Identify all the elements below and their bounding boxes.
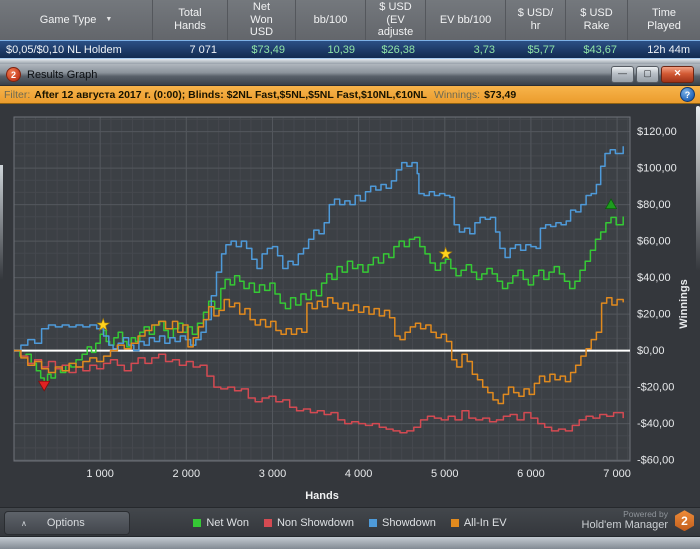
chevron-down-icon[interactable]: ▼: [105, 16, 112, 24]
svg-text:5 000: 5 000: [431, 468, 459, 480]
col-header-time-played[interactable]: Time Played: [627, 0, 700, 40]
col-header-game-type[interactable]: Game Type ▼: [0, 0, 152, 40]
svg-text:Hands: Hands: [305, 490, 339, 502]
chart-canvas: $120,00 $100,00 $80,00 $60,00 $40,00 $20,00 $0…: [13, 116, 690, 502]
hm2-brand-badge-icon: 2: [675, 510, 694, 532]
svg-text:-$60,00: -$60,00: [637, 455, 674, 467]
legend-item-net-won[interactable]: Net Won: [193, 517, 249, 529]
svg-text:Winnings: Winnings: [678, 279, 690, 328]
col-header-usd-ev-adjusted[interactable]: $ USD (EV adjuste: [365, 0, 425, 40]
svg-text:$60,00: $60,00: [637, 236, 671, 248]
net-won-swatch-icon: [193, 518, 202, 527]
cell-game-type: $0,05/$0,10 NL Holdem: [6, 43, 122, 56]
cell-time-played: 12h 44m: [647, 43, 690, 56]
results-graph-chart: $120,00 $100,00 $80,00 $60,00 $40,00 $20,00 $0…: [0, 104, 700, 507]
cell-total-hands: 7 071: [189, 43, 217, 56]
window-controls: — ▢ ✕: [611, 66, 694, 83]
winnings-value: $73,49: [484, 88, 517, 101]
cell-ev-bb100: 3,73: [473, 43, 495, 56]
legend-label: Non Showdown: [276, 516, 355, 529]
cell-net-won: $73,49: [251, 43, 285, 56]
col-header-total-hands[interactable]: Total Hands: [152, 0, 227, 40]
svg-text:3 000: 3 000: [259, 468, 287, 480]
col-header-game-type-label: Game Type: [39, 13, 97, 26]
svg-text:-$40,00: -$40,00: [637, 418, 674, 430]
svg-text:$80,00: $80,00: [637, 199, 671, 211]
window-title: Results Graph: [27, 68, 98, 81]
legend-label: Net Won: [206, 516, 249, 529]
legend-item-all-in-ev[interactable]: All-In EV: [450, 516, 507, 529]
svg-text:$40,00: $40,00: [637, 272, 671, 284]
powered-by-label: Powered by: [623, 509, 668, 519]
powered-by-block: Powered by Hold'em Manager 2: [581, 509, 694, 532]
filter-bar[interactable]: Filter: After 12 августа 2017 г. (0:00);…: [0, 85, 700, 104]
svg-text:$20,00: $20,00: [637, 309, 671, 321]
close-button[interactable]: ✕: [661, 66, 694, 83]
svg-text:4 000: 4 000: [345, 468, 373, 480]
legend-label: All-In EV: [463, 516, 507, 529]
cell-usd-ev: $26,38: [381, 43, 415, 56]
svg-text:6 000: 6 000: [517, 468, 545, 480]
svg-text:-$20,00: -$20,00: [637, 382, 674, 394]
table-row[interactable]: $0,05/$0,10 NL Holdem 7 071 $73,49 10,39…: [0, 40, 700, 59]
stats-table-header: Game Type ▼ Total Hands Net Won USD bb/1…: [0, 0, 700, 40]
col-header-net-won-usd[interactable]: Net Won USD: [227, 0, 295, 40]
col-header-usd-rake[interactable]: $ USD Rake: [565, 0, 627, 40]
svg-text:$0,00: $0,00: [637, 345, 665, 357]
filter-label: Filter:: [4, 88, 31, 101]
maximize-button[interactable]: ▢: [636, 66, 659, 83]
col-header-ev-bb100[interactable]: EV bb/100: [425, 0, 505, 40]
footer-bar: ∧ Options Net Won Non Showdown Showdown …: [0, 507, 700, 536]
brand-name: Hold'em Manager: [581, 519, 668, 532]
window-edge-highlight-right: [696, 106, 700, 271]
window-edge-highlight-left: [0, 165, 3, 280]
window-bottom-frame: [0, 536, 700, 549]
svg-text:$100,00: $100,00: [637, 163, 677, 175]
hm2-app-icon: 2: [6, 67, 21, 82]
filter-text: After 12 августа 2017 г. (0:00); Blinds:…: [34, 88, 427, 101]
legend-label: Showdown: [382, 516, 436, 529]
svg-text:1 000: 1 000: [86, 468, 114, 480]
cell-usd-hr: $5,77: [527, 43, 555, 56]
winnings-label: Winnings:: [433, 88, 481, 101]
non-showdown-swatch-icon: [263, 518, 272, 527]
results-graph-titlebar[interactable]: 2 Results Graph — ▢ ✕: [0, 64, 700, 85]
col-header-bb100[interactable]: bb/100: [295, 0, 365, 40]
all-in-ev-swatch-icon: [450, 518, 459, 527]
help-icon[interactable]: ?: [680, 87, 695, 102]
minimize-button[interactable]: —: [611, 66, 634, 83]
svg-text:$120,00: $120,00: [637, 126, 677, 138]
legend-item-non-showdown[interactable]: Non Showdown: [263, 516, 355, 529]
svg-text:2 000: 2 000: [173, 468, 201, 480]
cell-usd-rake: $43,67: [583, 43, 617, 56]
cell-bb100: 10,39: [327, 43, 355, 56]
svg-text:7 000: 7 000: [603, 468, 631, 480]
showdown-swatch-icon: [369, 518, 378, 527]
legend-item-showdown[interactable]: Showdown: [369, 517, 436, 529]
col-header-usd-hr[interactable]: $ USD/ hr: [505, 0, 565, 40]
